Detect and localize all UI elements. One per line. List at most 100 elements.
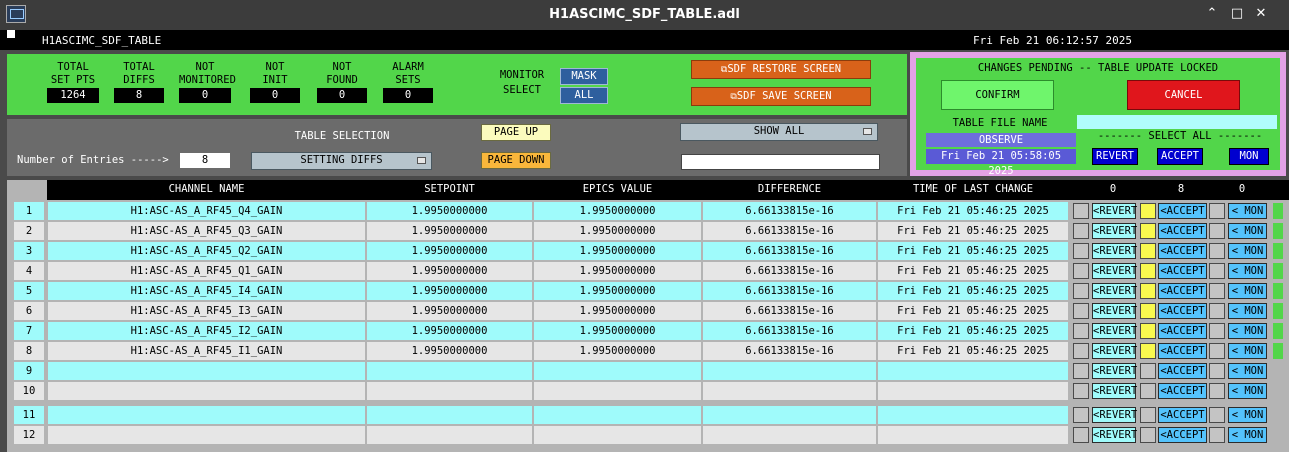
- row-accept-button[interactable]: <ACCEPT: [1158, 283, 1207, 299]
- mon-checkbox[interactable]: [1209, 323, 1225, 339]
- page-up-button[interactable]: PAGE UP: [481, 124, 551, 141]
- row-accept-button[interactable]: <ACCEPT: [1158, 223, 1207, 239]
- accept-checkbox[interactable]: [1140, 203, 1156, 219]
- header-epics-value: EPICS VALUE: [582, 183, 653, 195]
- entries-label: Number of Entries ----->: [17, 154, 169, 166]
- row-accept-button[interactable]: <ACCEPT: [1158, 243, 1207, 259]
- row-revert-button[interactable]: <REVERT: [1092, 407, 1137, 423]
- row-mon-button[interactable]: < MON: [1228, 343, 1267, 359]
- accept-checkbox[interactable]: [1140, 223, 1156, 239]
- maximize-icon[interactable]: □: [1228, 5, 1246, 23]
- accept-checkbox[interactable]: [1140, 427, 1156, 443]
- row-mon-button[interactable]: < MON: [1228, 383, 1267, 399]
- mon-checkbox[interactable]: [1209, 407, 1225, 423]
- accept-checkbox[interactable]: [1140, 407, 1156, 423]
- stat-value: 0: [383, 88, 433, 103]
- row-revert-button[interactable]: <REVERT: [1092, 303, 1137, 319]
- revert-checkbox[interactable]: [1073, 203, 1089, 219]
- row-mon-button[interactable]: < MON: [1228, 407, 1267, 423]
- stat-label: NOT: [195, 61, 215, 73]
- row-accept-button[interactable]: <ACCEPT: [1158, 263, 1207, 279]
- row-revert-button[interactable]: <REVERT: [1092, 223, 1137, 239]
- row-revert-button[interactable]: <REVERT: [1092, 383, 1137, 399]
- cell-setpoint: 1.9950000000: [367, 282, 532, 300]
- accept-checkbox[interactable]: [1140, 243, 1156, 259]
- row-revert-button[interactable]: <REVERT: [1092, 263, 1137, 279]
- mon-checkbox[interactable]: [1209, 343, 1225, 359]
- close-icon[interactable]: ✕: [1252, 5, 1270, 23]
- cell-epics-value: 1.9950000000: [534, 242, 701, 260]
- select-all-mon-button[interactable]: MON: [1229, 148, 1269, 165]
- mon-checkbox[interactable]: [1209, 363, 1225, 379]
- revert-checkbox[interactable]: [1073, 303, 1089, 319]
- stat-value: 0: [317, 88, 367, 103]
- accept-checkbox[interactable]: [1140, 283, 1156, 299]
- row-accept-button[interactable]: <ACCEPT: [1158, 383, 1207, 399]
- sdf-save-button[interactable]: ⧉SDF SAVE SCREEN: [691, 87, 871, 106]
- row-mon-button[interactable]: < MON: [1228, 323, 1267, 339]
- mask-button[interactable]: MASK: [560, 68, 608, 85]
- accept-checkbox[interactable]: [1140, 323, 1156, 339]
- sdf-save-label: SDF SAVE SCREEN: [736, 90, 832, 102]
- minimize-icon[interactable]: ⌃: [1203, 5, 1221, 23]
- revert-checkbox[interactable]: [1073, 283, 1089, 299]
- row-accept-button[interactable]: <ACCEPT: [1158, 303, 1207, 319]
- revert-checkbox[interactable]: [1073, 323, 1089, 339]
- row-revert-button[interactable]: <REVERT: [1092, 283, 1137, 299]
- row-accept-button[interactable]: <ACCEPT: [1158, 203, 1207, 219]
- row-revert-button[interactable]: <REVERT: [1092, 343, 1137, 359]
- row-accept-button[interactable]: <ACCEPT: [1158, 407, 1207, 423]
- row-mon-button[interactable]: < MON: [1228, 243, 1267, 259]
- row-mon-button[interactable]: < MON: [1228, 363, 1267, 379]
- accept-checkbox[interactable]: [1140, 363, 1156, 379]
- row-mon-button[interactable]: < MON: [1228, 263, 1267, 279]
- mon-checkbox[interactable]: [1209, 283, 1225, 299]
- row-revert-button[interactable]: <REVERT: [1092, 243, 1137, 259]
- filter-input[interactable]: [681, 154, 880, 170]
- row-accept-button[interactable]: <ACCEPT: [1158, 363, 1207, 379]
- row-mon-button[interactable]: < MON: [1228, 283, 1267, 299]
- revert-checkbox[interactable]: [1073, 407, 1089, 423]
- revert-checkbox[interactable]: [1073, 263, 1089, 279]
- show-all-dropdown[interactable]: SHOW ALL: [680, 123, 878, 141]
- cell-epics-value: 1.9950000000: [534, 342, 701, 360]
- accept-checkbox[interactable]: [1140, 343, 1156, 359]
- row-revert-button[interactable]: <REVERT: [1092, 363, 1137, 379]
- row-accept-button[interactable]: <ACCEPT: [1158, 323, 1207, 339]
- confirm-button[interactable]: CONFIRM: [941, 80, 1054, 110]
- row-mon-button[interactable]: < MON: [1228, 203, 1267, 219]
- cell-time-of-last-change: [878, 426, 1068, 444]
- select-all-accept-button[interactable]: ACCEPT: [1157, 148, 1203, 165]
- accept-checkbox[interactable]: [1140, 303, 1156, 319]
- mon-checkbox[interactable]: [1209, 383, 1225, 399]
- row-revert-button[interactable]: <REVERT: [1092, 203, 1137, 219]
- revert-checkbox[interactable]: [1073, 343, 1089, 359]
- mon-checkbox[interactable]: [1209, 303, 1225, 319]
- row-accept-button[interactable]: <ACCEPT: [1158, 427, 1207, 443]
- revert-checkbox[interactable]: [1073, 363, 1089, 379]
- table-file-name-field[interactable]: [1077, 115, 1277, 129]
- mon-checkbox[interactable]: [1209, 263, 1225, 279]
- mon-checkbox[interactable]: [1209, 223, 1225, 239]
- table-selection-dropdown[interactable]: SETTING DIFFS: [251, 152, 432, 170]
- all-button[interactable]: ALL: [560, 87, 608, 104]
- accept-checkbox[interactable]: [1140, 383, 1156, 399]
- row-mon-button[interactable]: < MON: [1228, 223, 1267, 239]
- page-down-button[interactable]: PAGE DOWN: [481, 152, 551, 169]
- row-revert-button[interactable]: <REVERT: [1092, 323, 1137, 339]
- revert-checkbox[interactable]: [1073, 383, 1089, 399]
- sdf-restore-button[interactable]: ⧉SDF RESTORE SCREEN: [691, 60, 871, 79]
- accept-checkbox[interactable]: [1140, 263, 1156, 279]
- revert-checkbox[interactable]: [1073, 243, 1089, 259]
- revert-checkbox[interactable]: [1073, 427, 1089, 443]
- cancel-button[interactable]: CANCEL: [1127, 80, 1240, 110]
- mon-checkbox[interactable]: [1209, 203, 1225, 219]
- row-accept-button[interactable]: <ACCEPT: [1158, 343, 1207, 359]
- row-revert-button[interactable]: <REVERT: [1092, 427, 1137, 443]
- mon-checkbox[interactable]: [1209, 427, 1225, 443]
- mon-checkbox[interactable]: [1209, 243, 1225, 259]
- row-mon-button[interactable]: < MON: [1228, 427, 1267, 443]
- revert-checkbox[interactable]: [1073, 223, 1089, 239]
- row-mon-button[interactable]: < MON: [1228, 303, 1267, 319]
- select-all-revert-button[interactable]: REVERT: [1092, 148, 1138, 165]
